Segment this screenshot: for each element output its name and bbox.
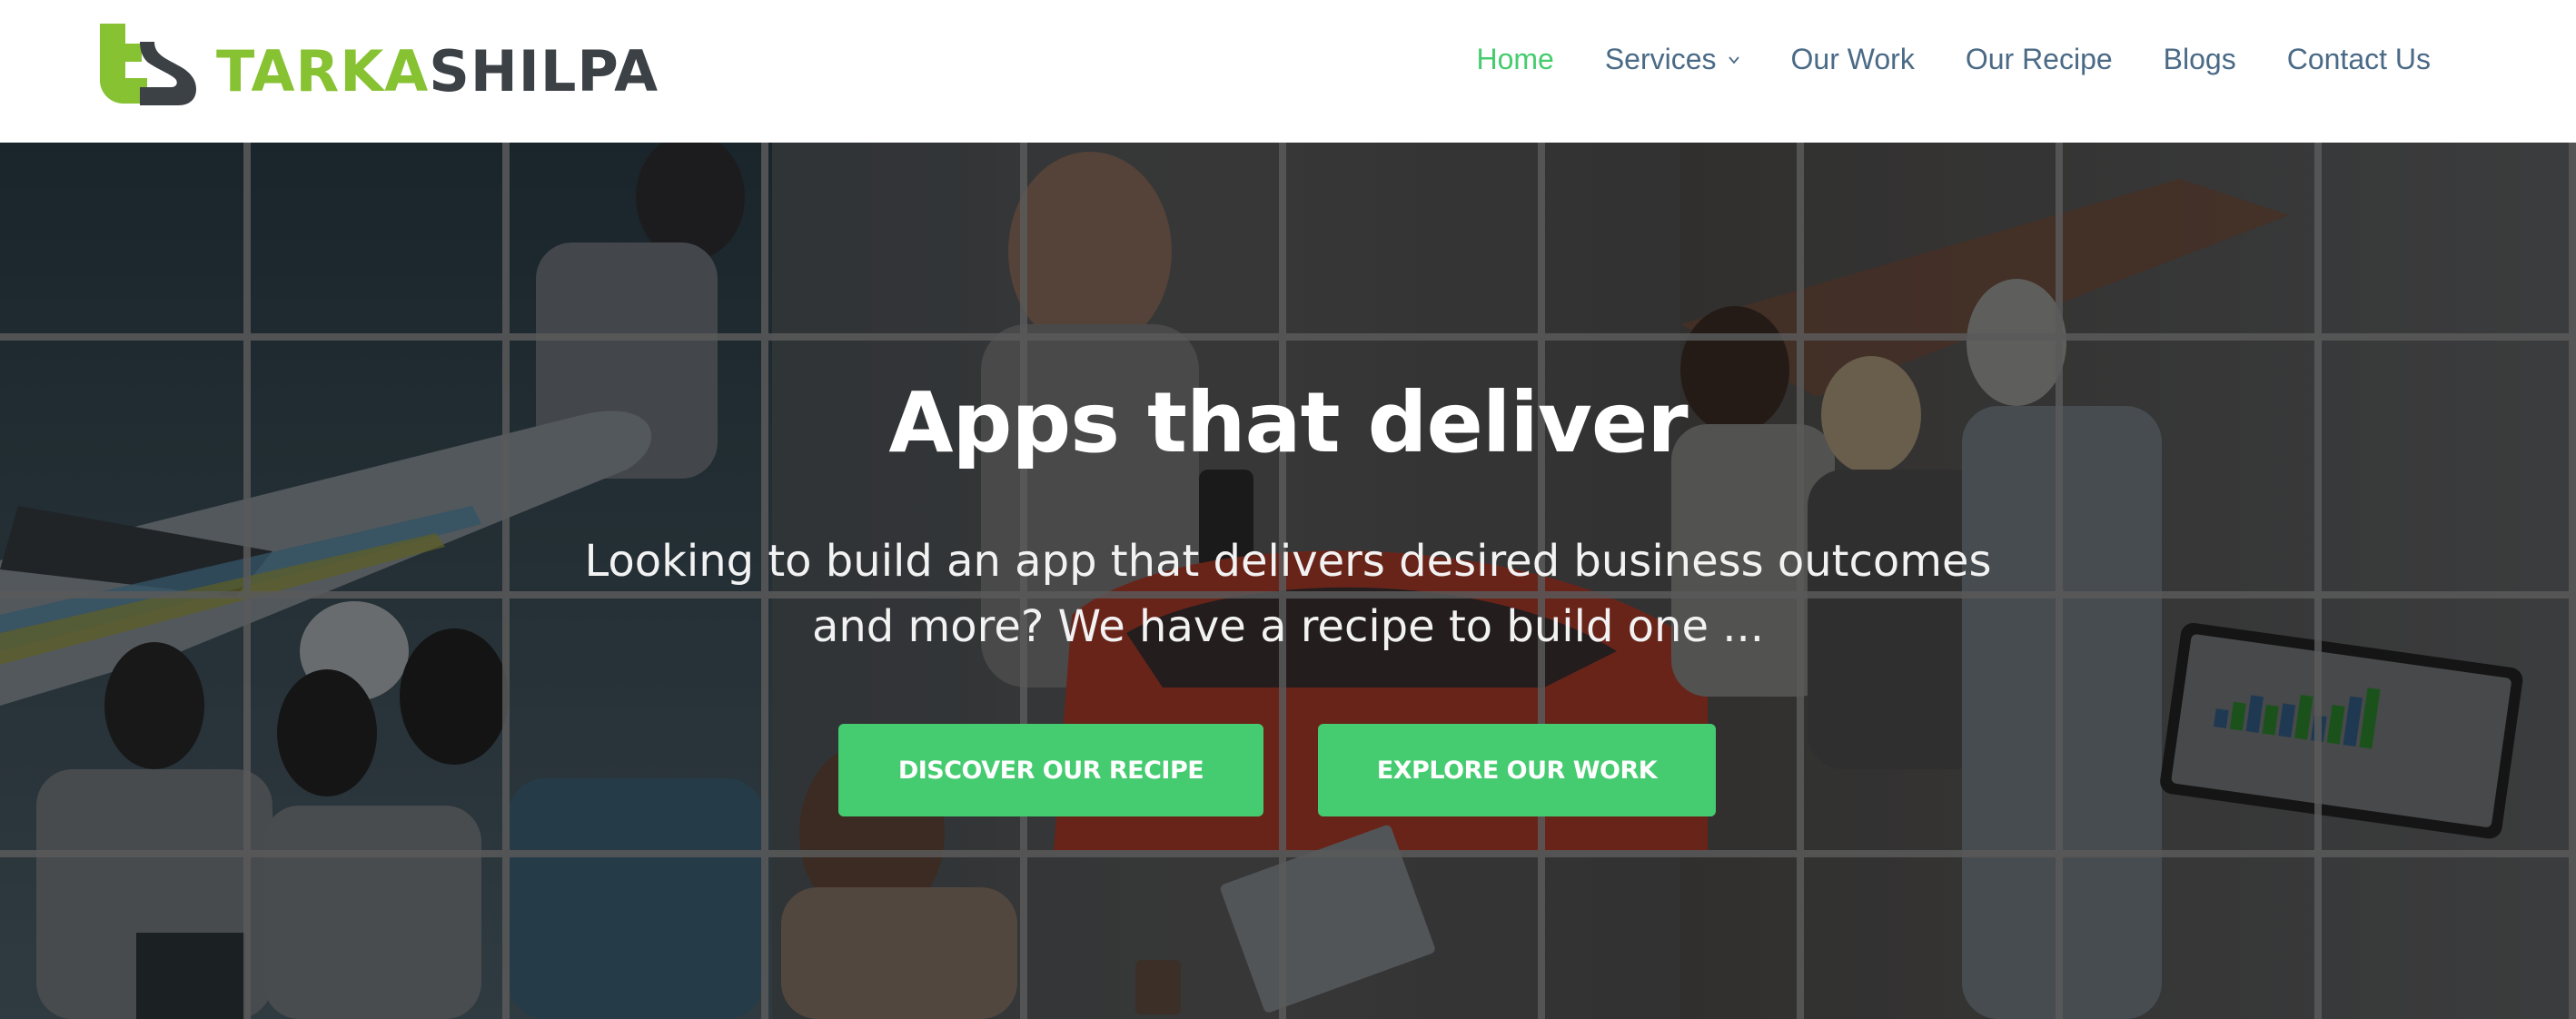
discover-our-recipe-button[interactable]: DISCOVER OUR RECIPE [838, 724, 1263, 816]
hero-section: Apps that deliver Looking to build an ap… [0, 143, 2576, 1019]
hero-subtitle: Looking to build an app that delivers de… [0, 529, 2576, 659]
site-header: TARKASHILPA Home Services Our Work Our R… [0, 0, 2576, 143]
nav-our-work[interactable]: Our Work [1791, 43, 1915, 76]
hero-subtitle-line-2: and more? We have a recipe to build one … [811, 601, 1765, 652]
logo-text-shilpa: SHILPA [429, 38, 659, 104]
hero-title: Apps that deliver [888, 374, 1688, 471]
nav-our-recipe[interactable]: Our Recipe [1966, 43, 2113, 76]
hero-subtitle-line-1: Looking to build an app that delivers de… [584, 536, 1992, 587]
logo-text-tarka: TARKA [216, 38, 430, 104]
hero-content: Apps that deliver Looking to build an ap… [0, 143, 2576, 1019]
explore-our-work-button[interactable]: EXPLORE OUR WORK [1318, 724, 1716, 816]
main-nav: Home Services Our Work Our Recipe Blogs … [1425, 43, 2431, 76]
nav-blogs[interactable]: Blogs [2164, 43, 2236, 76]
logo-mark-icon [98, 22, 200, 105]
logo[interactable]: TARKASHILPA [98, 22, 659, 105]
nav-services-label: Services [1604, 43, 1717, 75]
logo-wordmark: TARKASHILPA [216, 44, 659, 100]
nav-contact-us[interactable]: Contact Us [2287, 43, 2431, 76]
nav-services[interactable]: Services [1605, 43, 1740, 76]
chevron-down-icon [1728, 55, 1739, 64]
nav-home[interactable]: Home [1476, 43, 1553, 76]
